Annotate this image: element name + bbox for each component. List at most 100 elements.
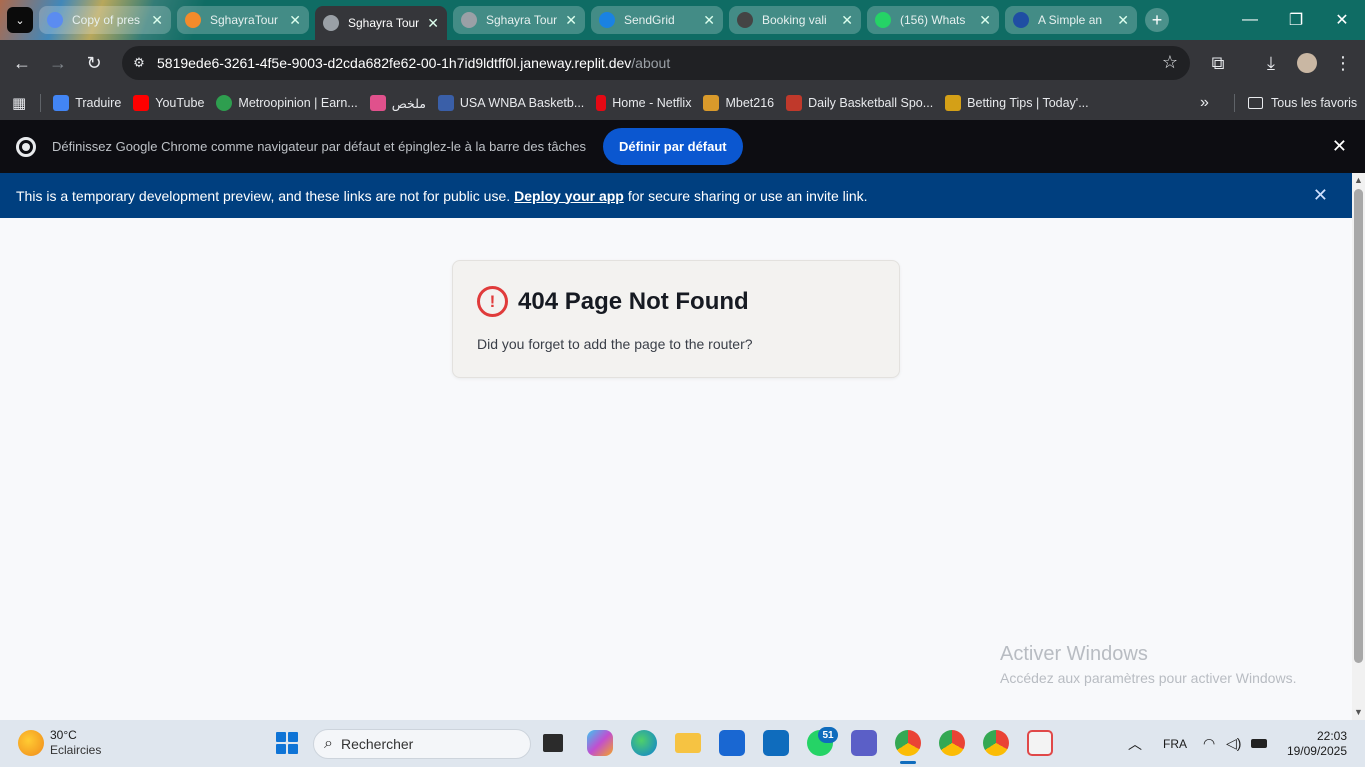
battery-glyph xyxy=(1251,739,1267,748)
bookmark-item[interactable]: Mbet216 xyxy=(703,95,774,111)
browser-tab-active[interactable]: Sghayra Tour ✕ xyxy=(315,6,447,40)
default-browser-infobar: Définissez Google Chrome comme navigateu… xyxy=(0,120,1365,173)
tab-favicon-icon xyxy=(599,12,615,28)
bookmark-label: Mbet216 xyxy=(725,96,775,110)
close-tab-icon[interactable]: ✕ xyxy=(703,12,715,29)
bookmark-item[interactable]: Metroopinion | Earn... xyxy=(216,95,358,111)
banner-text-after: for secure sharing or use an invite link… xyxy=(627,187,868,204)
bookmark-label: Metroopinion | Earn... xyxy=(238,96,358,110)
reload-icon: ↻ xyxy=(86,52,102,73)
address-bar[interactable]: ⚙ 5819ede6-3261-4f5e-9003-d2cda682fe62-0… xyxy=(122,46,1190,80)
browser-tab[interactable]: A Simple an ✕ xyxy=(1005,6,1137,34)
scrollbar-thumb[interactable] xyxy=(1354,189,1363,663)
close-icon[interactable]: ✕ xyxy=(1313,185,1328,206)
store-icon[interactable] xyxy=(719,730,745,756)
task-view-icon[interactable] xyxy=(543,734,563,752)
reload-button[interactable]: ↻ xyxy=(81,50,107,76)
not-found-card: ! 404 Page Not Found Did you forget to a… xyxy=(452,260,900,378)
close-icon[interactable]: ✕ xyxy=(1332,136,1347,157)
page-title: 404 Page Not Found xyxy=(518,287,749,315)
windows-logo-pane xyxy=(288,732,298,742)
all-bookmarks-button[interactable]: Tous les favoris xyxy=(1248,96,1357,110)
notification-badge: 51 xyxy=(818,727,838,743)
clock-date: 19/09/2025 xyxy=(1286,744,1347,758)
bookmark-item[interactable]: Daily Basketball Spo... xyxy=(786,95,933,111)
close-tab-icon[interactable]: ✕ xyxy=(841,12,853,29)
bookmarks-overflow-button[interactable]: » xyxy=(1200,94,1209,112)
language-indicator[interactable]: FRA xyxy=(1163,720,1187,767)
scroll-up-icon[interactable]: ▲ xyxy=(1354,175,1363,185)
browser-tab[interactable]: Copy of pres ✕ xyxy=(39,6,171,34)
infobar-message: Définissez Google Chrome comme navigateu… xyxy=(52,139,587,154)
weather-widget[interactable]: 30°C Eclaircies xyxy=(18,728,101,758)
new-tab-button[interactable]: + xyxy=(1145,8,1169,32)
snipping-tool-icon[interactable] xyxy=(1027,730,1053,756)
bookmark-item[interactable]: Traduire xyxy=(53,95,121,111)
start-button[interactable] xyxy=(276,732,298,754)
extensions-button[interactable]: ⧉ xyxy=(1205,50,1231,76)
bookmark-star-icon[interactable]: ☆ xyxy=(1162,52,1178,73)
back-button[interactable]: ← xyxy=(9,50,35,76)
tab-favicon-icon xyxy=(737,12,753,28)
windows-logo-pane xyxy=(288,744,298,754)
bookmark-item[interactable]: YouTube xyxy=(133,95,204,111)
deploy-link[interactable]: Deploy your app xyxy=(514,188,624,204)
more-vertical-icon: ⋮ xyxy=(1334,52,1352,73)
restore-button[interactable]: ❐ xyxy=(1273,0,1319,40)
weather-condition: Eclaircies xyxy=(50,743,102,757)
url-text[interactable]: 5819ede6-3261-4f5e-9003-d2cda682fe62-00-… xyxy=(157,55,670,71)
teams-icon[interactable] xyxy=(851,730,877,756)
chrome-profile-icon[interactable] xyxy=(983,730,1009,756)
file-explorer-icon[interactable] xyxy=(675,733,701,753)
bookmark-item[interactable]: Betting Tips | Today'... xyxy=(945,95,1089,111)
close-tab-icon[interactable]: ✕ xyxy=(979,12,991,29)
divider xyxy=(1234,94,1235,112)
edge-icon[interactable] xyxy=(631,730,657,756)
browser-toolbar: ← → ↻ ⚙ 5819ede6-3261-4f5e-9003-d2cda682… xyxy=(0,40,1365,86)
wifi-icon[interactable]: ◠ xyxy=(1203,720,1215,767)
browser-tab[interactable]: (156) Whats ✕ xyxy=(867,6,999,34)
outlook-icon[interactable] xyxy=(763,730,789,756)
mbet-icon xyxy=(703,95,720,111)
scroll-down-icon[interactable]: ▼ xyxy=(1354,707,1363,717)
page-scrollbar[interactable]: ▲ ▼ xyxy=(1352,173,1365,720)
volume-icon[interactable]: ◁) xyxy=(1226,720,1241,767)
close-tab-icon[interactable]: ✕ xyxy=(151,12,163,29)
copilot-icon[interactable] xyxy=(587,730,613,756)
browser-tab[interactable]: Booking vali ✕ xyxy=(729,6,861,34)
bookmark-item[interactable]: Home - Netflix xyxy=(596,95,691,111)
close-tab-icon[interactable]: ✕ xyxy=(1117,12,1129,29)
browser-tab[interactable]: SghayraTour ✕ xyxy=(177,6,309,34)
apps-grid-icon[interactable]: ▦ xyxy=(12,94,26,112)
minimize-button[interactable]: — xyxy=(1227,0,1273,40)
taskbar-search[interactable]: ⌕ Rechercher xyxy=(313,729,531,759)
wifi-glyph: ◠ xyxy=(1203,735,1216,751)
close-tab-icon[interactable]: ✕ xyxy=(565,12,577,29)
chrome-icon[interactable] xyxy=(895,730,921,756)
forward-button[interactable]: → xyxy=(45,50,71,76)
bookmark-item[interactable]: ملخص xyxy=(369,95,426,111)
set-default-button[interactable]: Définir par défaut xyxy=(603,128,743,165)
site-info-icon[interactable]: ⚙ xyxy=(128,52,150,74)
menu-button[interactable]: ⋮ xyxy=(1330,50,1356,76)
browser-tab[interactable]: Sghayra Tour ✕ xyxy=(453,6,585,34)
chrome-profile-icon[interactable] xyxy=(939,730,965,756)
downloads-button[interactable]: ⤓ xyxy=(1258,50,1284,76)
bookmarks-bar: ▦ Traduire YouTube Metroopinion | Earn..… xyxy=(0,86,1365,120)
tab-title: A Simple an xyxy=(1038,13,1103,27)
tray-overflow-button[interactable]: ︿ xyxy=(1128,720,1142,767)
card-header: ! 404 Page Not Found xyxy=(477,286,749,317)
page-viewport: This is a temporary development preview,… xyxy=(0,173,1352,720)
close-window-button[interactable]: ✕ xyxy=(1319,0,1365,40)
close-tab-icon[interactable]: ✕ xyxy=(427,15,439,32)
system-clock[interactable]: 22:03 19/09/2025 xyxy=(1287,729,1347,759)
close-tab-icon[interactable]: ✕ xyxy=(289,12,301,29)
profile-button[interactable] xyxy=(1294,50,1320,76)
tab-search-button[interactable]: ⌄ xyxy=(7,7,33,33)
battery-icon[interactable] xyxy=(1251,720,1267,767)
crown-icon xyxy=(945,95,962,111)
browser-tab[interactable]: SendGrid ✕ xyxy=(591,6,723,34)
bookmark-item[interactable]: USA WNBA Basketb... xyxy=(437,95,584,111)
metroopinion-icon xyxy=(216,95,233,111)
tab-title: Sghayra Tour xyxy=(486,13,558,27)
